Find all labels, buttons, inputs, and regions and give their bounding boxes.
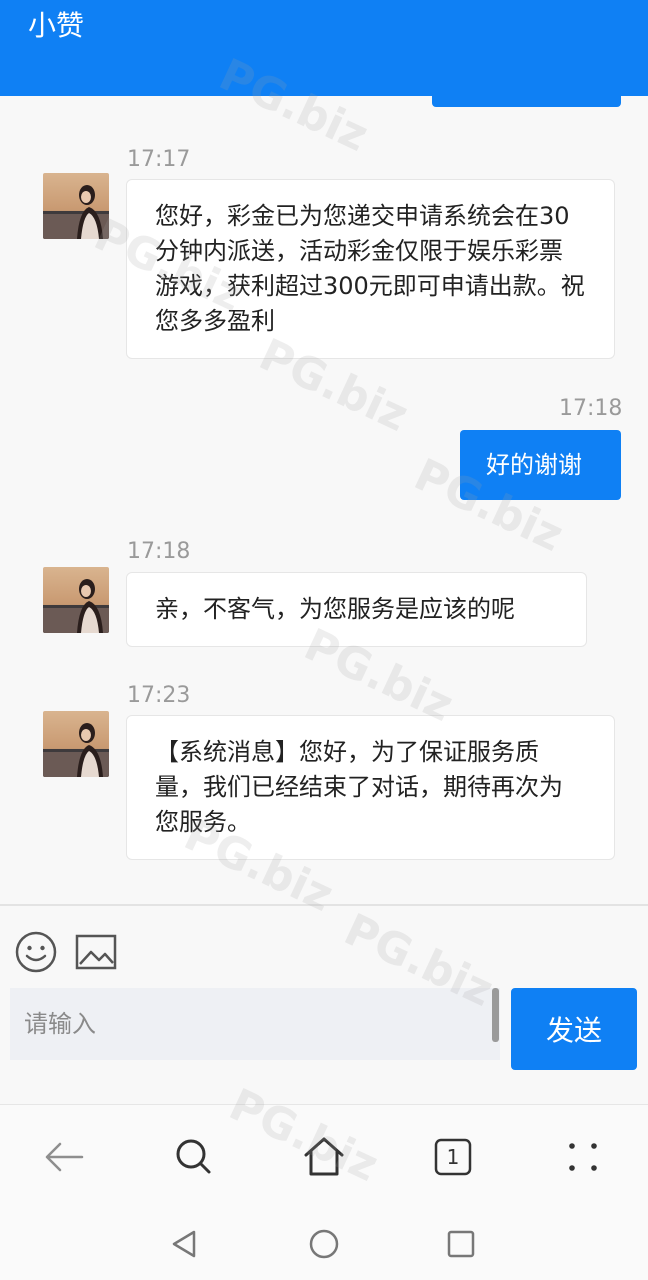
emoji-icon[interactable]	[14, 930, 58, 974]
chat-message-list[interactable]: 17:17 您好，彩金已为您递交申请系统会在30分钟内派送，活动彩金仅限于娱乐彩…	[0, 96, 648, 904]
system-home-icon[interactable]	[306, 1226, 342, 1262]
message-timestamp: 17:18	[559, 396, 623, 421]
page-title: 小赞	[28, 9, 85, 42]
system-recents-icon[interactable]	[443, 1226, 479, 1262]
search-icon[interactable]	[170, 1133, 218, 1181]
previous-outgoing-bubble	[432, 96, 621, 107]
message-input[interactable]	[10, 988, 500, 1060]
tabs-count: 1	[446, 1145, 460, 1169]
agent-avatar[interactable]	[43, 711, 109, 777]
incoming-message-bubble: 亲，不客气，为您服务是应该的呢	[126, 572, 587, 647]
agent-avatar[interactable]	[43, 567, 109, 633]
chat-header: 小赞	[0, 0, 648, 96]
more-menu-icon[interactable]	[559, 1133, 607, 1181]
input-scrollbar[interactable]	[492, 988, 499, 1042]
outgoing-message-bubble: 好的谢谢	[460, 430, 621, 500]
home-icon[interactable]	[300, 1133, 348, 1181]
message-timestamp: 17:18	[127, 539, 191, 564]
incoming-message-bubble: 【系统消息】您好，为了保证服务质量，我们已经结束了对话，期待再次为您服务。	[126, 715, 615, 860]
browser-toolbar: 1	[0, 1104, 648, 1204]
send-button[interactable]: 发送	[511, 988, 637, 1070]
agent-avatar[interactable]	[43, 173, 109, 239]
message-composer: 发送	[0, 906, 648, 1104]
message-timestamp: 17:23	[127, 683, 191, 708]
incoming-message-bubble: 您好，彩金已为您递交申请系统会在30分钟内派送，活动彩金仅限于娱乐彩票游戏，获利…	[126, 179, 615, 359]
back-arrow-icon[interactable]	[40, 1133, 88, 1181]
image-icon[interactable]	[74, 930, 118, 974]
message-timestamp: 17:17	[127, 147, 191, 172]
system-navigation-bar	[0, 1204, 648, 1280]
system-back-icon[interactable]	[166, 1226, 202, 1262]
tabs-count-icon[interactable]: 1	[429, 1133, 477, 1181]
